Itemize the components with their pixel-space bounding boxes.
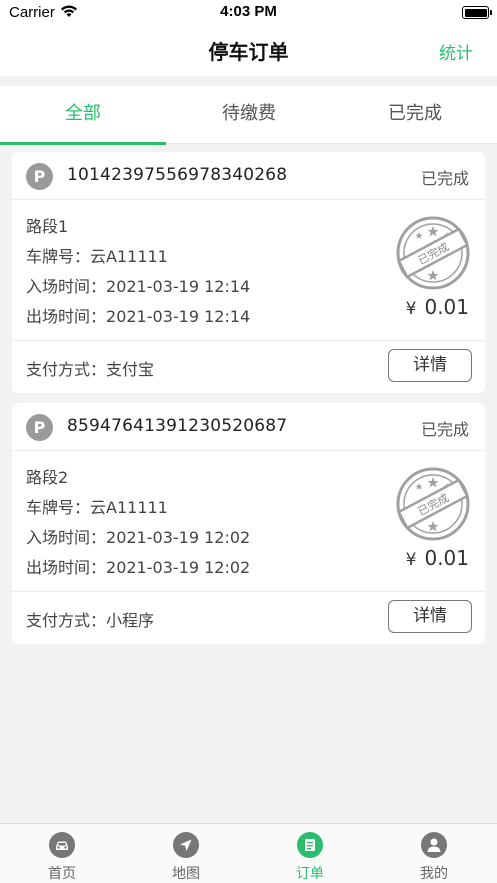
order-card-header: P 85947641391230520687 已完成 <box>12 403 485 451</box>
payment-method: 小程序 <box>106 611 155 630</box>
exit-time-row: 出场时间：2021-03-19 12:14 <box>26 303 250 327</box>
plate-label: 车牌号： <box>26 247 91 266</box>
bottom-tab-bar: 首页 地图 订单 我的 <box>0 823 497 883</box>
completed-stamp-icon: 已完成 <box>396 467 470 541</box>
entry-time-row: 入场时间：2021-03-19 12:02 <box>26 524 250 548</box>
entry-time-label: 入场时间： <box>26 528 107 547</box>
plate-number: 云A11111 <box>90 247 168 266</box>
order-card: P 10142397556978340268 已完成 路段1 车牌号：云A111… <box>12 152 485 393</box>
amount: ¥0.01 <box>406 546 469 570</box>
entry-time-label: 入场时间： <box>26 277 107 296</box>
status-bar: Carrier 4:03 PM <box>0 0 497 26</box>
tab-bar-profile[interactable]: 我的 <box>372 824 496 883</box>
parking-icon: P <box>26 414 53 441</box>
navigation-bar: 停车订单 统计 <box>0 26 497 76</box>
navigation-icon <box>173 832 199 858</box>
order-list: P 10142397556978340268 已完成 路段1 车牌号：云A111… <box>12 152 485 654</box>
statistics-button[interactable]: 统计 <box>439 39 473 64</box>
road-name: 路段1 <box>26 217 69 236</box>
order-status: 已完成 <box>420 169 469 188</box>
payment-label: 支付方式： <box>26 611 107 630</box>
tab-bar-label: 订单 <box>296 866 324 882</box>
payment-method-row: 支付方式：小程序 <box>26 607 154 631</box>
tab-bar-label: 我的 <box>420 866 448 882</box>
order-card-header: P 10142397556978340268 已完成 <box>12 152 485 200</box>
amount: ¥0.01 <box>406 295 469 319</box>
road-name: 路段2 <box>26 468 69 487</box>
car-icon <box>49 832 75 858</box>
exit-time-row: 出场时间：2021-03-19 12:02 <box>26 554 250 578</box>
exit-time: 2021-03-19 12:14 <box>106 307 251 326</box>
user-icon <box>421 832 447 858</box>
order-card: P 85947641391230520687 已完成 路段2 车牌号：云A111… <box>12 403 485 644</box>
currency-symbol: ¥ <box>405 299 417 319</box>
order-card-body: 路段2 车牌号：云A11111 入场时间：2021-03-19 12:02 出场… <box>12 452 485 592</box>
order-status: 已完成 <box>420 420 469 439</box>
tab-bar-orders[interactable]: 订单 <box>248 824 372 883</box>
order-card-footer: 支付方式：支付宝 详情 <box>12 341 485 393</box>
page-title: 停车订单 <box>208 40 289 64</box>
tab-bar-home[interactable]: 首页 <box>0 824 124 883</box>
plate-row: 车牌号：云A11111 <box>26 494 168 518</box>
parking-icon: P <box>26 163 53 190</box>
amount-value: 0.01 <box>424 546 469 570</box>
order-card-body: 路段1 车牌号：云A11111 入场时间：2021-03-19 12:14 出场… <box>12 201 485 341</box>
detail-button[interactable]: 详情 <box>388 349 472 382</box>
battery-icon <box>462 6 492 19</box>
order-icon <box>297 832 323 858</box>
tab-completed[interactable]: 已完成 <box>332 86 497 144</box>
clock: 4:03 PM <box>220 3 277 20</box>
exit-time-label: 出场时间： <box>26 558 107 577</box>
tab-bar-map[interactable]: 地图 <box>124 824 248 883</box>
order-number: 10142397556978340268 <box>67 165 288 185</box>
plate-row: 车牌号：云A11111 <box>26 243 168 267</box>
completed-stamp-icon: 已完成 <box>396 216 470 290</box>
payment-label: 支付方式： <box>26 360 107 379</box>
order-number: 85947641391230520687 <box>67 416 288 436</box>
exit-time: 2021-03-19 12:02 <box>106 558 251 577</box>
order-card-footer: 支付方式：小程序 详情 <box>12 592 485 644</box>
plate-label: 车牌号： <box>26 498 91 517</box>
exit-time-label: 出场时间： <box>26 307 107 326</box>
order-filter-tabs: 全部 待缴费 已完成 <box>0 86 497 145</box>
entry-time-row: 入场时间：2021-03-19 12:14 <box>26 273 250 297</box>
payment-method-row: 支付方式：支付宝 <box>26 356 154 380</box>
tab-bar-label: 地图 <box>172 866 200 882</box>
currency-symbol: ¥ <box>405 550 417 570</box>
amount-value: 0.01 <box>424 295 469 319</box>
payment-method: 支付宝 <box>106 360 155 379</box>
entry-time: 2021-03-19 12:02 <box>106 528 251 547</box>
detail-button[interactable]: 详情 <box>388 600 472 633</box>
tab-all[interactable]: 全部 <box>0 86 166 145</box>
plate-number: 云A11111 <box>90 498 168 517</box>
entry-time: 2021-03-19 12:14 <box>106 277 251 296</box>
tab-pending-payment[interactable]: 待缴费 <box>166 86 332 144</box>
tab-bar-label: 首页 <box>48 866 76 882</box>
